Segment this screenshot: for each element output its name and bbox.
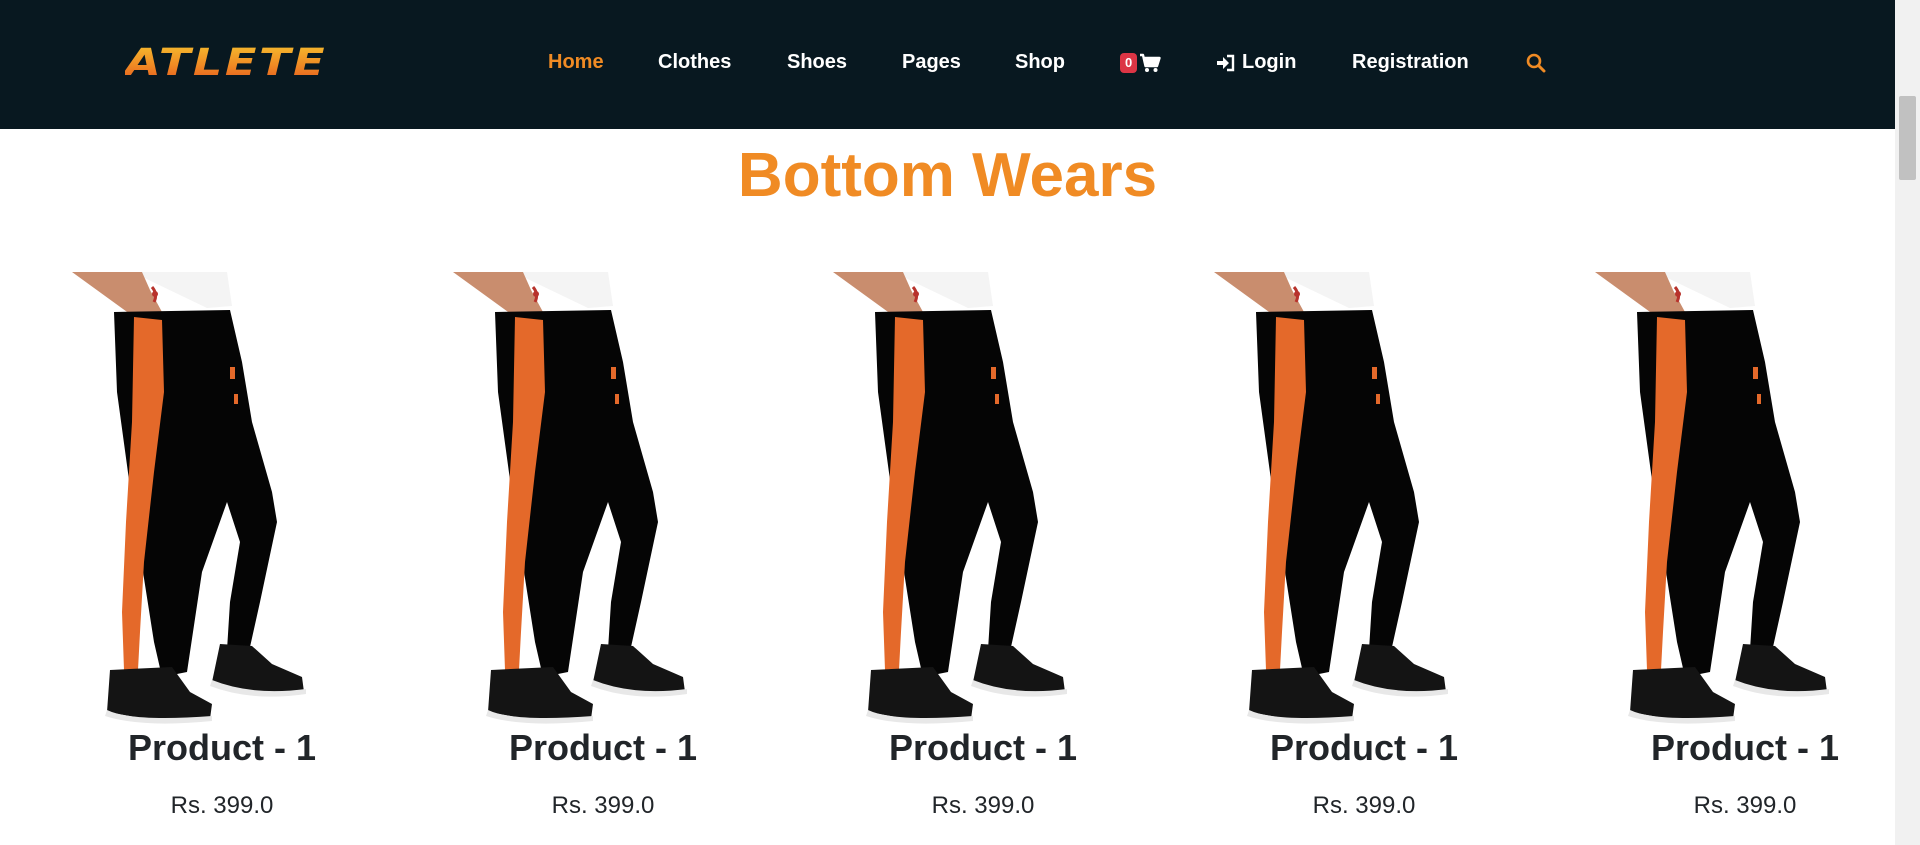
product-image[interactable] [453, 272, 753, 724]
nav-clothes[interactable]: Clothes [658, 51, 731, 74]
product-card[interactable]: Product - 1 Rs. 399.0 [1595, 272, 1895, 845]
navbar: ATLETE Home Clothes Shoes Pages Shop 0 L… [0, 0, 1895, 129]
nav-login-label: Login [1242, 51, 1297, 73]
product-image[interactable] [833, 272, 1133, 724]
product-image[interactable] [72, 272, 372, 724]
search-icon[interactable] [1526, 53, 1546, 78]
nav-shoes[interactable]: Shoes [787, 51, 847, 74]
product-price: Rs. 399.0 [551, 792, 655, 819]
product-grid: Product - 1 Rs. 399.0 Product - 1 Rs. 39… [0, 272, 1895, 845]
product-image[interactable] [1214, 272, 1514, 724]
nav-login[interactable]: Login [1216, 51, 1296, 74]
nav-cart[interactable]: 0 [1120, 53, 1161, 73]
main-nav: Home Clothes Shoes Pages Shop 0 Login Re… [0, 0, 1895, 129]
nav-pages[interactable]: Pages [902, 51, 961, 74]
product-card[interactable]: Product - 1 Rs. 399.0 [72, 272, 372, 845]
sign-in-icon [1217, 54, 1235, 71]
product-price: Rs. 399.0 [170, 792, 274, 819]
section-title: Bottom Wears [737, 141, 1158, 210]
nav-home[interactable]: Home [548, 51, 604, 74]
nav-shop[interactable]: Shop [1015, 51, 1065, 74]
product-name[interactable]: Product - 1 [453, 727, 753, 769]
shopping-cart-icon [1140, 53, 1161, 72]
page-scrollbar-thumb[interactable] [1899, 96, 1916, 180]
product-price: Rs. 399.0 [1312, 792, 1416, 819]
product-card[interactable]: Product - 1 Rs. 399.0 [833, 272, 1133, 845]
product-card[interactable]: Product - 1 Rs. 399.0 [453, 272, 753, 845]
product-name[interactable]: Product - 1 [833, 727, 1133, 769]
product-name[interactable]: Product - 1 [72, 727, 372, 769]
cart-count-badge: 0 [1120, 53, 1138, 73]
product-image[interactable] [1595, 272, 1895, 724]
nav-registration[interactable]: Registration [1352, 51, 1469, 74]
product-price: Rs. 399.0 [931, 792, 1035, 819]
product-card[interactable]: Product - 1 Rs. 399.0 [1214, 272, 1514, 845]
product-name[interactable]: Product - 1 [1595, 727, 1895, 769]
product-price: Rs. 399.0 [1693, 792, 1797, 819]
product-name[interactable]: Product - 1 [1214, 727, 1514, 769]
page-scrollbar[interactable] [1895, 0, 1920, 845]
